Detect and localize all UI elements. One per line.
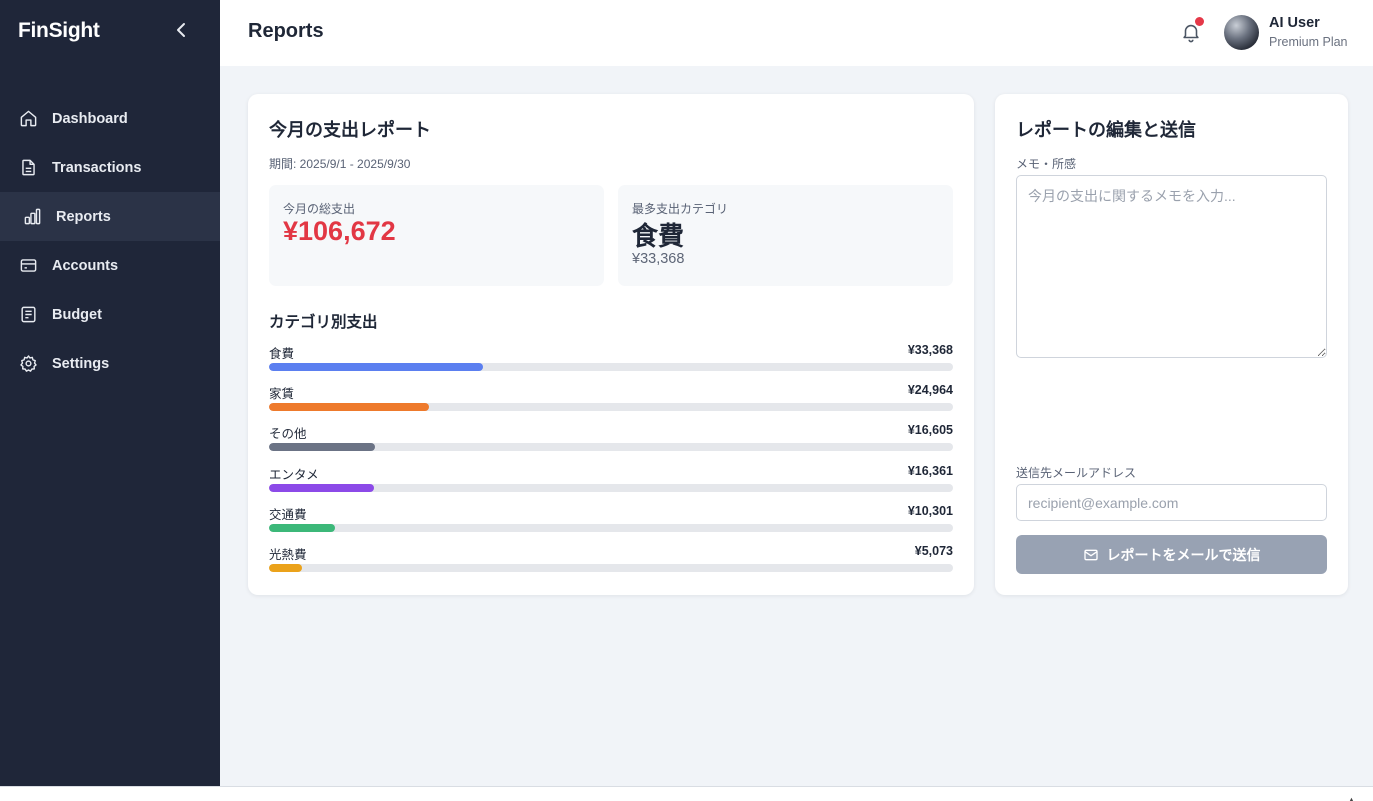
category-progress-track [269, 443, 953, 452]
category-progress-fill [269, 523, 336, 532]
top-category-amount: ¥33,368 [632, 251, 685, 267]
user-plan: Premium Plan [1269, 35, 1348, 49]
list-item: 光熱費 ¥5,073 [269, 544, 953, 584]
category-name: 交通費 [269, 507, 307, 522]
sidebar-item-accounts[interactable]: Accounts [0, 241, 220, 290]
total-spending-value: ¥106,672 [283, 216, 396, 246]
document-icon [18, 158, 38, 178]
edit-and-send-card: レポートの編集と送信 メモ・所感 送信先メールアドレス レポートをメールで送信 [995, 94, 1348, 595]
sidebar-item-label: Reports [56, 208, 111, 225]
category-name: 光熱費 [269, 547, 307, 562]
category-progress-fill [269, 363, 483, 371]
list-item: その他 ¥16,605 [269, 423, 953, 463]
list-item: 交通費 ¥10,301 [269, 504, 953, 544]
total-spending-stat: 今月の総支出 ¥106,672 [269, 185, 604, 286]
notification-badge [1195, 17, 1204, 26]
ledger-icon [18, 305, 38, 325]
category-section-title: カテゴリ別支出 [269, 314, 378, 331]
top-category-stat: 最多支出カテゴリ 食費 ¥33,368 [618, 185, 953, 286]
memo-textarea[interactable] [1016, 175, 1327, 358]
category-progress-track [269, 483, 953, 492]
gear-icon [18, 354, 38, 374]
avatar[interactable] [1224, 15, 1259, 50]
chevron-up-icon: ▲ [1347, 795, 1356, 801]
sidebar-nav: Dashboard Transactions Reports Accounts … [0, 94, 220, 388]
recipient-email-input[interactable] [1016, 484, 1327, 521]
category-progress-fill [269, 563, 302, 572]
category-amount: ¥24,964 [907, 383, 953, 398]
category-progress-fill [269, 403, 430, 412]
category-progress-track [269, 523, 953, 532]
mail-icon [1083, 547, 1099, 563]
sidebar-item-settings[interactable]: Settings [0, 339, 220, 388]
bar-chart-icon [22, 207, 42, 227]
total-spending-label: 今月の総支出 [283, 202, 356, 216]
category-list: 食費 ¥33,368 家賃 ¥24,964 その他 ¥16,605 エンタメ ¥… [269, 343, 953, 584]
email-label: 送信先メールアドレス [1016, 466, 1137, 480]
notifications-button[interactable] [1180, 17, 1204, 44]
sidebar-item-reports[interactable]: Reports [0, 192, 220, 241]
sidebar-item-label: Dashboard [52, 110, 128, 127]
top-bar: Reports AI User Premium Plan [220, 0, 1373, 66]
monthly-report-card: 今月の支出レポート 期間: 2025/9/1 - 2025/9/30 今月の総支… [248, 94, 974, 595]
window-bottom-edge [0, 786, 1373, 801]
sidebar-item-label: Transactions [52, 159, 142, 176]
report-period: 期間: 2025/9/1 - 2025/9/30 [269, 157, 411, 171]
sidebar-item-label: Settings [52, 355, 110, 372]
sidebar-item-label: Accounts [52, 257, 119, 274]
bell-icon [1180, 24, 1202, 48]
top-category-label: 最多支出カテゴリ [632, 202, 729, 216]
sidebar-item-label: Budget [52, 306, 102, 323]
sidebar-item-transactions[interactable]: Transactions [0, 143, 220, 192]
category-progress-fill [269, 483, 374, 492]
category-amount: ¥16,361 [907, 463, 953, 478]
category-progress-fill [269, 443, 376, 452]
category-name: その他 [269, 427, 307, 442]
list-item: 家賃 ¥24,964 [269, 383, 953, 423]
category-progress-track [269, 403, 953, 412]
sidebar-item-dashboard[interactable]: Dashboard [0, 94, 220, 143]
user-name: AI User [1269, 15, 1320, 31]
report-title: 今月の支出レポート [269, 120, 431, 140]
category-amount: ¥5,073 [914, 543, 953, 558]
home-icon [18, 109, 38, 129]
category-amount: ¥10,301 [907, 503, 953, 518]
page-title: Reports [248, 20, 324, 42]
category-name: 食費 [269, 347, 295, 361]
sidebar-item-budget[interactable]: Budget [0, 290, 220, 339]
category-amount: ¥33,368 [907, 343, 953, 357]
send-button-label: レポートをメールで送信 [1106, 546, 1261, 563]
list-item: エンタメ ¥16,361 [269, 464, 953, 504]
list-item: 食費 ¥33,368 [269, 343, 953, 383]
category-progress-track [269, 563, 953, 572]
category-amount: ¥16,605 [907, 423, 953, 438]
send-report-email-button[interactable]: レポートをメールで送信 [1016, 535, 1327, 574]
send-card-title: レポートの編集と送信 [1016, 120, 1196, 140]
card-icon [18, 256, 38, 276]
collapse-sidebar-button[interactable] [170, 20, 192, 44]
brand-logo[interactable]: FinSight [18, 19, 100, 43]
sidebar: FinSight Dashboard Transactions Reports [0, 0, 220, 786]
memo-label: メモ・所感 [1016, 157, 1077, 171]
category-name: エンタメ [269, 467, 319, 482]
category-progress-track [269, 363, 953, 371]
top-category-name: 食費 [632, 221, 685, 251]
category-name: 家賃 [269, 387, 295, 402]
chevron-left-icon [175, 22, 187, 43]
